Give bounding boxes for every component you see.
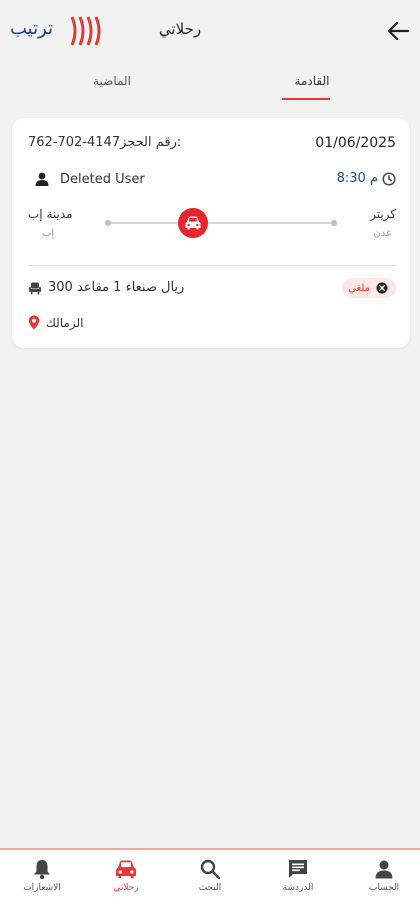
nav-my-trips-label: رحلاتي: [113, 883, 139, 893]
car-icon: [116, 860, 136, 878]
origin-city: كريتر: [370, 207, 396, 221]
card-divider: [28, 265, 396, 266]
nav-my-trips[interactable]: رحلاتي: [84, 858, 168, 893]
arrow-back-icon: [387, 21, 410, 41]
nav-notifications[interactable]: الاشعارات: [0, 858, 84, 893]
origin-region: عدن: [373, 228, 392, 239]
trip-card[interactable]: 01/06/2025 762-702-4147رقم الحجز: م 8:30…: [12, 118, 410, 348]
chat-icon: [289, 860, 307, 878]
price-seats-text: 300 ريال صنعاء 1 مقاعد: [48, 280, 185, 295]
nav-chat-label: الدردشة: [282, 883, 314, 893]
booking-number: 762-702-4147رقم الحجز:: [28, 135, 182, 150]
route-end-dot: [331, 220, 337, 226]
search-icon: [200, 859, 221, 880]
page-title: رحلاتي: [158, 20, 202, 38]
trip-tabs: القادمة الماضية: [0, 62, 420, 104]
back-button[interactable]: [386, 18, 414, 44]
trip-time-row: م 8:30: [337, 171, 396, 186]
destination-city: مدينة إب: [28, 207, 73, 221]
clock-icon: [382, 171, 396, 186]
person-icon: [35, 172, 49, 186]
logo-text: ترتيب: [10, 18, 54, 39]
trip-date: 01/06/2025: [315, 135, 396, 151]
pickup-location: الزمالك: [46, 315, 84, 330]
destination-region: إب: [42, 228, 55, 239]
pickup-location-row: الزمالك: [28, 315, 83, 330]
seats-price-row: 300 ريال صنعاء 1 مقاعد: [28, 280, 184, 295]
app-header: ترتيب رحلاتي: [0, 0, 420, 62]
seat-icon: [29, 282, 41, 294]
person-icon: [375, 860, 393, 879]
cancel-circle-icon: [376, 282, 388, 294]
bottom-navigation: الحساب الدردشة البحث رحلاتي الاشعارات: [0, 848, 420, 902]
driver-name: Deleted User: [60, 171, 145, 187]
tab-upcoming[interactable]: القادمة: [272, 74, 352, 88]
nav-account-label: الحساب: [368, 883, 400, 893]
route-car-marker: [178, 208, 208, 238]
status-label: ملغي: [348, 282, 370, 294]
location-pin-icon: [28, 315, 40, 330]
logo-stripes-icon: [70, 16, 101, 46]
nav-search[interactable]: البحث: [168, 858, 252, 893]
car-icon: [185, 216, 201, 230]
driver-row: Deleted User: [34, 171, 145, 187]
bell-icon: [34, 860, 50, 880]
route-line: [108, 222, 334, 224]
nav-account[interactable]: الحساب: [342, 858, 420, 893]
nav-notifications-label: الاشعارات: [23, 883, 61, 893]
active-tab-indicator: [282, 98, 330, 100]
status-badge: ملغي: [342, 278, 396, 298]
trip-time: م 8:30: [336, 171, 378, 186]
route-start-dot: [105, 220, 111, 226]
app-logo: ترتيب: [10, 14, 101, 48]
nav-search-label: البحث: [198, 883, 222, 893]
nav-chat[interactable]: الدردشة: [256, 858, 340, 893]
tab-past[interactable]: الماضية: [72, 74, 152, 88]
